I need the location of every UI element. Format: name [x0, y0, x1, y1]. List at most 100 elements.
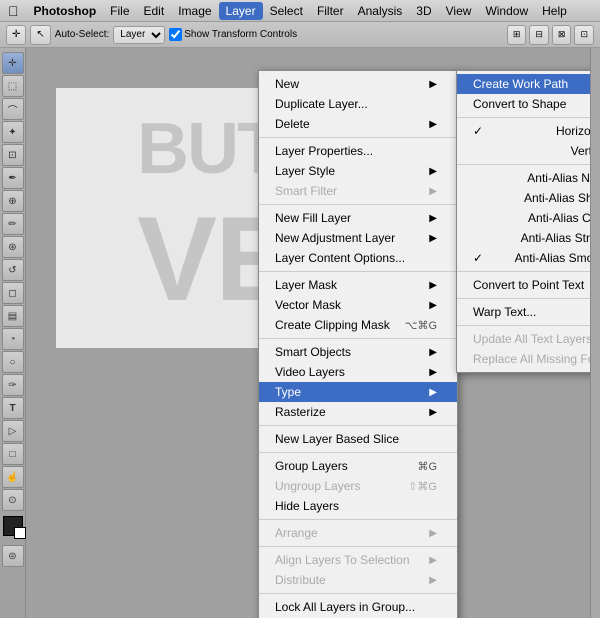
- submenu-arrow-icon: ▶: [429, 575, 437, 586]
- tool-marquee[interactable]: ⬚: [2, 75, 24, 97]
- menubar-layer[interactable]: Layer: [219, 2, 263, 20]
- menu-item-lock-all[interactable]: Lock All Layers in Group...: [259, 597, 457, 617]
- tool-crop[interactable]: ⊡: [2, 144, 24, 166]
- menu-item-rasterize[interactable]: Rasterize ▶: [259, 402, 457, 422]
- submenu-horizontal[interactable]: ✓ Horizontal: [457, 121, 590, 141]
- menu-separator: [259, 338, 457, 339]
- menu-item-new-fill[interactable]: New Fill Layer ▶: [259, 208, 457, 228]
- tool-quick-select[interactable]: ✦: [2, 121, 24, 143]
- submenu-antialias-sharp[interactable]: ✓ Anti-Alias Sharp: [457, 188, 590, 208]
- menu-item-duplicate[interactable]: Duplicate Layer...: [259, 94, 457, 114]
- auto-select-label: Auto-Select:: [55, 29, 109, 40]
- menubar-image[interactable]: Image: [171, 2, 218, 20]
- menubar-3d[interactable]: 3D: [409, 2, 438, 20]
- tool-shape[interactable]: □: [2, 443, 24, 465]
- submenu-antialias-crisp[interactable]: ✓ Anti-Alias Crisp: [457, 208, 590, 228]
- auto-select-dropdown[interactable]: Layer: [113, 26, 165, 44]
- submenu-arrow-icon: ▶: [429, 387, 437, 398]
- align-btn-4[interactable]: ⊡: [574, 25, 594, 45]
- main-area: ✛ ⬚ ⌒ ✦ ⊡ ✒ ⊕ ✏ ⊛ ↺ ◻ ▤ ◔ ○ ✑ T ▷ □ ☝ ⊙ …: [0, 48, 600, 618]
- tool-brush[interactable]: ✏: [2, 213, 24, 235]
- align-btn-3[interactable]: ⊠: [552, 25, 572, 45]
- tools-panel: ✛ ⬚ ⌒ ✦ ⊡ ✒ ⊕ ✏ ⊛ ↺ ◻ ▤ ◔ ○ ✑ T ▷ □ ☝ ⊙ …: [0, 48, 26, 618]
- submenu-arrow-icon: ▶: [429, 280, 437, 291]
- right-panel: [590, 48, 600, 618]
- align-btn-2[interactable]: ⊟: [529, 25, 549, 45]
- tool-eyedropper[interactable]: ✒: [2, 167, 24, 189]
- menubar-select[interactable]: Select: [263, 2, 310, 20]
- toolbar: ✛ ↖ Auto-Select: Layer Show Transform Co…: [0, 22, 600, 48]
- show-transform-checkbox[interactable]: [169, 28, 182, 41]
- menu-item-layer-props[interactable]: Layer Properties...: [259, 141, 457, 161]
- submenu-convert-point-text[interactable]: Convert to Point Text: [457, 275, 590, 295]
- foreground-color[interactable]: [3, 516, 23, 536]
- submenu-arrow-icon: ▶: [429, 300, 437, 311]
- tool-history[interactable]: ↺: [2, 259, 24, 281]
- canvas-area: BUT I VE New ▶ Duplicate Layer... Delete…: [26, 48, 590, 618]
- menubar-help[interactable]: Help: [535, 2, 574, 20]
- submenu-antialias-strong[interactable]: ✓ Anti-Alias Strong: [457, 228, 590, 248]
- menubar-view[interactable]: View: [439, 2, 479, 20]
- menubar-file[interactable]: File: [103, 2, 136, 20]
- submenu-create-work-path[interactable]: Create Work Path: [457, 74, 590, 94]
- menubar-photoshop[interactable]: Photoshop: [27, 2, 104, 20]
- tool-zoom[interactable]: ⊙: [2, 489, 24, 511]
- menu-separator: [259, 546, 457, 547]
- tool-pen[interactable]: ✑: [2, 374, 24, 396]
- menu-item-group-layers[interactable]: Group Layers ⌘G: [259, 456, 457, 476]
- menu-item-new-layer-slice[interactable]: New Layer Based Slice: [259, 429, 457, 449]
- menu-item-smart-objects[interactable]: Smart Objects ▶: [259, 342, 457, 362]
- menu-item-layer-mask[interactable]: Layer Mask ▶: [259, 275, 457, 295]
- tool-path-select[interactable]: ▷: [2, 420, 24, 442]
- menu-item-type[interactable]: Type ▶: [259, 382, 457, 402]
- submenu-arrow-icon: ▶: [429, 233, 437, 244]
- quickmask-btn[interactable]: ⊜: [2, 545, 24, 567]
- tool-hand[interactable]: ☝: [2, 466, 24, 488]
- submenu-vertical[interactable]: ✓ Vertical: [457, 141, 590, 161]
- submenu-convert-shape[interactable]: Convert to Shape: [457, 94, 590, 114]
- menu-separator: [259, 204, 457, 205]
- submenu-warp-text[interactable]: Warp Text...: [457, 302, 590, 322]
- menu-item-video-layers[interactable]: Video Layers ▶: [259, 362, 457, 382]
- menubar:  Photoshop File Edit Image Layer Select…: [0, 0, 600, 22]
- menu-item-new-adjust[interactable]: New Adjustment Layer ▶: [259, 228, 457, 248]
- menu-separator: [457, 117, 590, 118]
- menu-separator: [457, 298, 590, 299]
- tool-dodge[interactable]: ○: [2, 351, 24, 373]
- menu-separator: [259, 137, 457, 138]
- tool-move[interactable]: ✛: [2, 52, 24, 74]
- tool-healing[interactable]: ⊕: [2, 190, 24, 212]
- move-tool-btn[interactable]: ✛: [6, 25, 26, 45]
- menu-item-clipping-mask[interactable]: Create Clipping Mask ⌥⌘G: [259, 315, 457, 335]
- align-btn-1[interactable]: ⊞: [507, 25, 527, 45]
- menubar-edit[interactable]: Edit: [137, 2, 172, 20]
- apple-logo-icon[interactable]: : [8, 3, 19, 19]
- submenu-antialias-smooth[interactable]: ✓ Anti-Alias Smooth: [457, 248, 590, 268]
- menu-item-layer-style[interactable]: Layer Style ▶: [259, 161, 457, 181]
- menu-item-vector-mask[interactable]: Vector Mask ▶: [259, 295, 457, 315]
- submenu-arrow-icon: ▶: [429, 213, 437, 224]
- menubar-analysis[interactable]: Analysis: [351, 2, 410, 20]
- menu-item-new[interactable]: New ▶: [259, 74, 457, 94]
- tool-eraser[interactable]: ◻: [2, 282, 24, 304]
- tool-clone[interactable]: ⊛: [2, 236, 24, 258]
- tool-lasso[interactable]: ⌒: [2, 98, 24, 120]
- menu-item-layer-content[interactable]: Layer Content Options...: [259, 248, 457, 268]
- arrow-tool-btn[interactable]: ↖: [30, 25, 50, 45]
- menu-item-smart-filter: Smart Filter ▶: [259, 181, 457, 201]
- tool-gradient[interactable]: ▤: [2, 305, 24, 327]
- submenu-antialias-none[interactable]: ✓ Anti-Alias None: [457, 168, 590, 188]
- tool-text[interactable]: T: [2, 397, 24, 419]
- menu-separator: [259, 425, 457, 426]
- menubar-window[interactable]: Window: [478, 2, 535, 20]
- menu-item-align-layers: Align Layers To Selection ▶: [259, 550, 457, 570]
- show-transform-label: Show Transform Controls: [169, 28, 297, 41]
- menu-separator: [457, 271, 590, 272]
- menubar-filter[interactable]: Filter: [310, 2, 351, 20]
- menu-item-delete[interactable]: Delete ▶: [259, 114, 457, 134]
- submenu-arrow-icon: ▶: [429, 119, 437, 130]
- submenu-replace-missing-fonts: Replace All Missing Fonts: [457, 349, 590, 369]
- menu-item-hide-layers[interactable]: Hide Layers: [259, 496, 457, 516]
- submenu-arrow-icon: ▶: [429, 186, 437, 197]
- tool-blur[interactable]: ◔: [2, 328, 24, 350]
